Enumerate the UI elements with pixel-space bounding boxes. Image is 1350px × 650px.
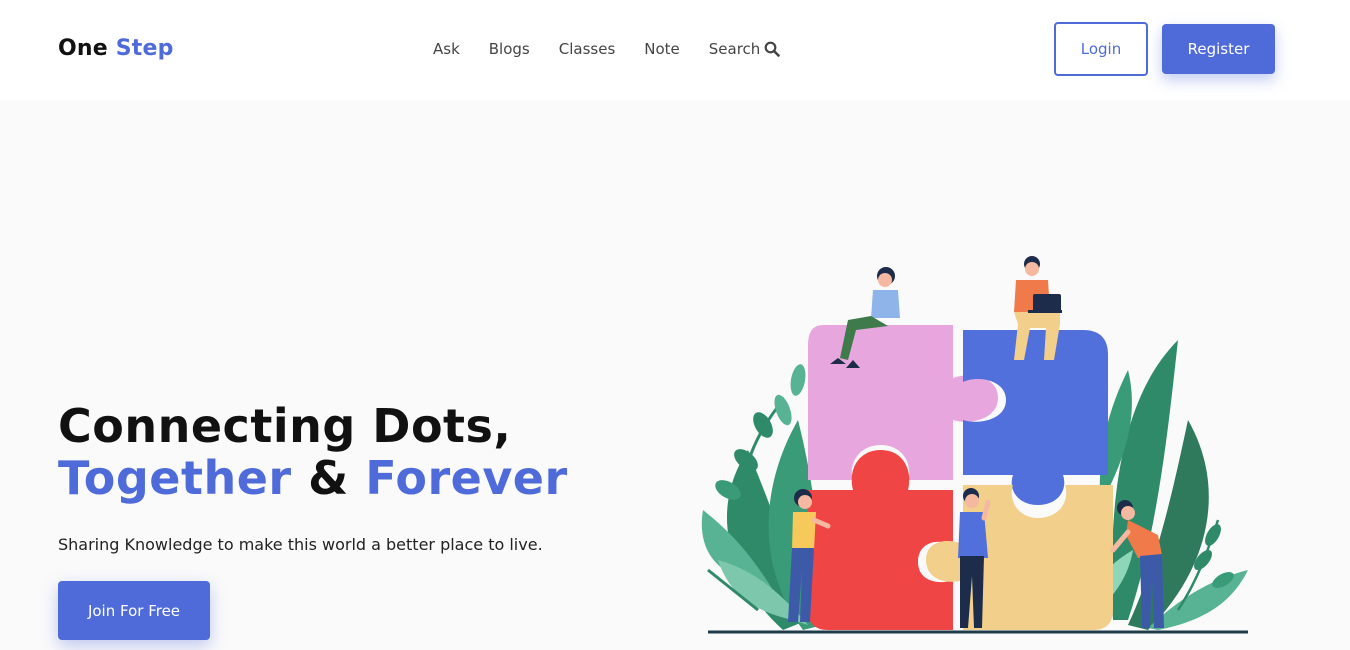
hero-title-line1: Connecting Dots,	[58, 399, 512, 453]
search-icon	[764, 41, 781, 57]
hero-subtitle: Sharing Knowledge to make this world a b…	[58, 535, 543, 554]
logo-part-step: Step	[115, 36, 174, 61]
nav-search-label: Search	[708, 40, 761, 58]
register-button[interactable]: Register	[1162, 24, 1275, 74]
hero-title-forever: Forever	[365, 451, 568, 505]
hero-title-together: Together	[58, 451, 292, 505]
hero-title: Connecting Dots, Together & Forever	[58, 400, 568, 504]
hero-title-ampersand: &	[308, 451, 349, 505]
nav-blogs[interactable]: Blogs	[489, 40, 530, 58]
nav-ask[interactable]: Ask	[433, 40, 460, 58]
main-nav: Ask Blogs Classes Note Search	[433, 40, 781, 58]
puzzle-piece-yellow	[926, 485, 1113, 630]
nav-search[interactable]: Search	[709, 40, 781, 58]
join-for-free-button[interactable]: Join For Free	[58, 581, 210, 640]
nav-classes[interactable]: Classes	[559, 40, 616, 58]
site-header: One Step Ask Blogs Classes Note Search L…	[0, 0, 1350, 100]
site-logo[interactable]: One Step	[58, 36, 174, 61]
logo-part-one: One	[58, 36, 108, 61]
login-button[interactable]: Login	[1054, 22, 1148, 76]
nav-note[interactable]: Note	[644, 40, 680, 58]
puzzle-team-illustration	[701, 256, 1248, 634]
